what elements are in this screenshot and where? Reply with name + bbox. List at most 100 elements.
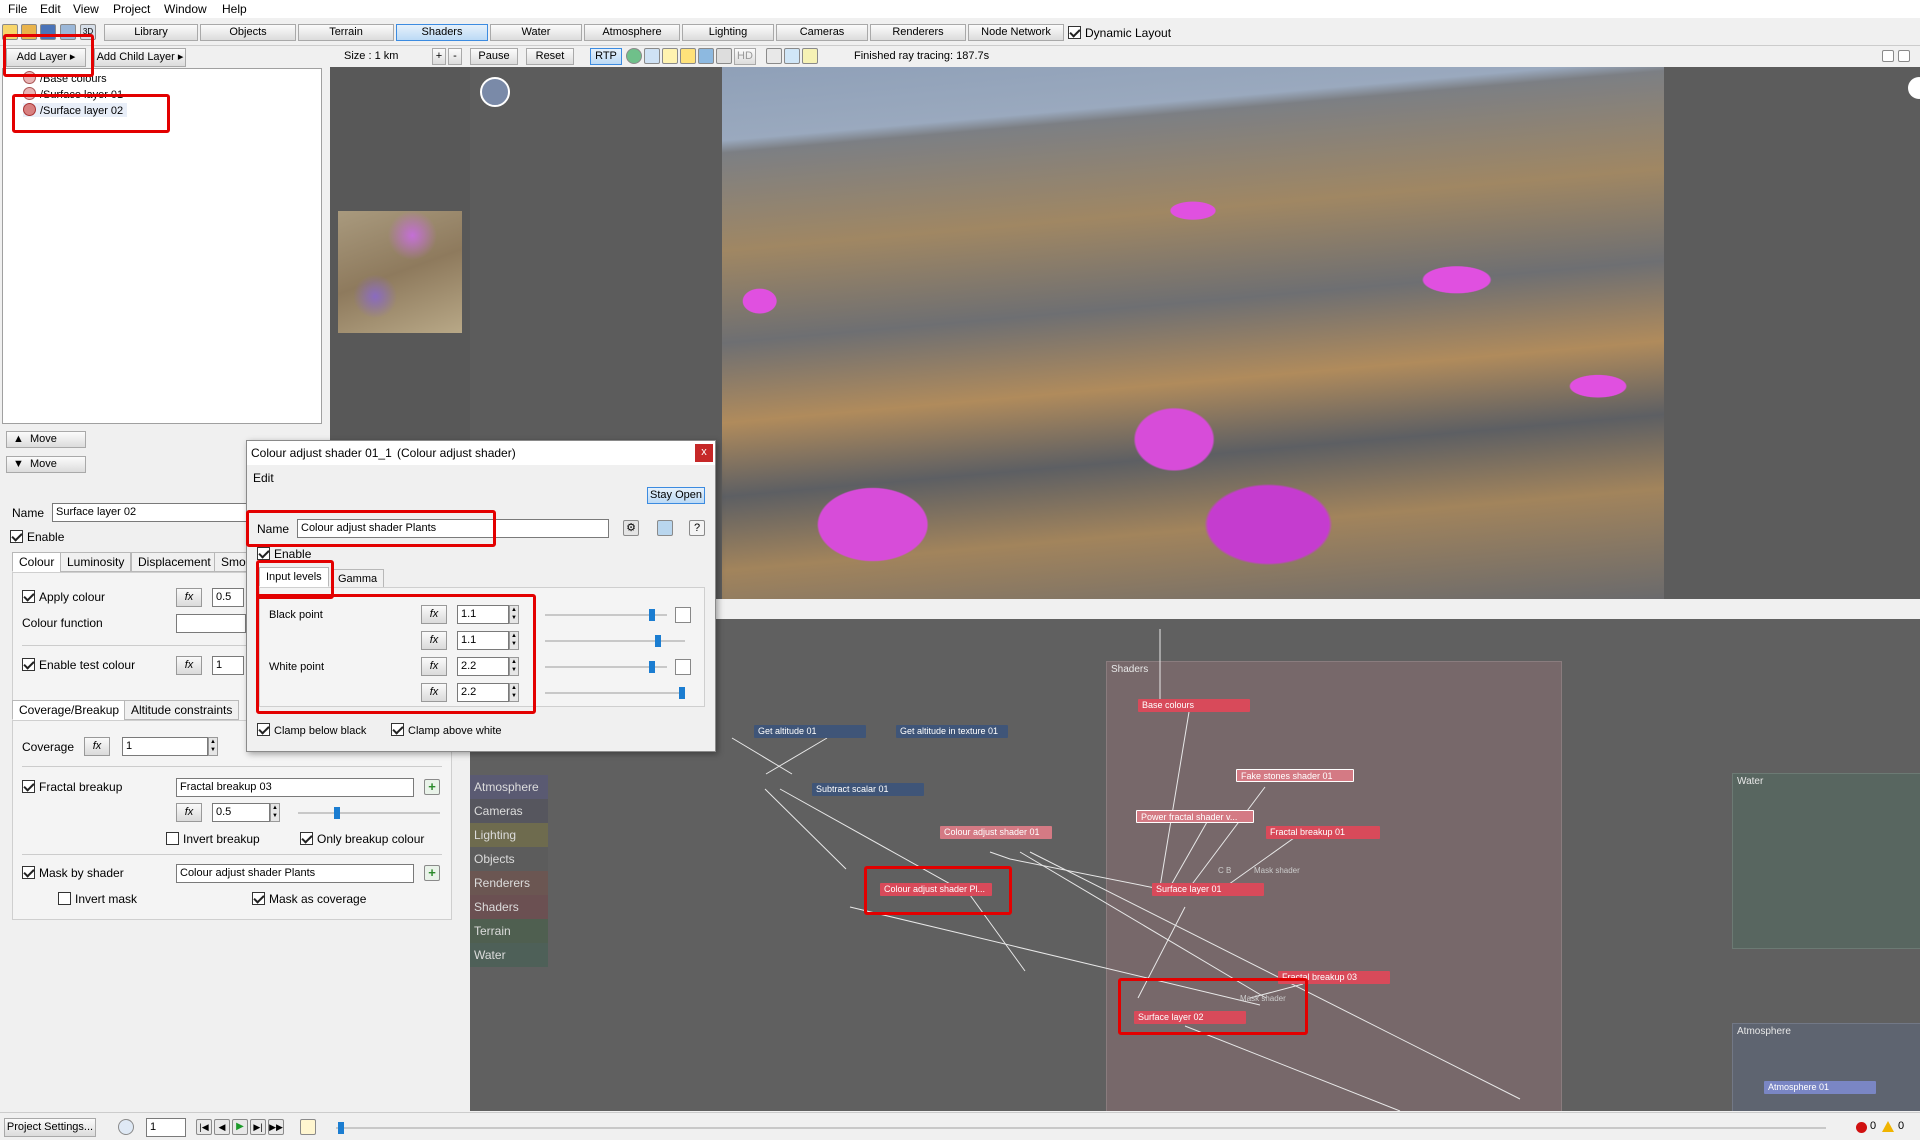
sphere-icon[interactable] (626, 48, 642, 64)
category-lighting[interactable]: Lighting (470, 823, 548, 847)
black-colour-swatch[interactable] (675, 607, 691, 623)
slider-thumb[interactable] (649, 609, 655, 621)
node-surface-layer-02[interactable]: Surface layer 02 (1134, 1011, 1246, 1024)
tab-displacement[interactable]: Displacement (131, 552, 218, 572)
clamp-below-black-toggle[interactable]: Clamp below black (257, 723, 366, 737)
sun-icon[interactable] (662, 48, 678, 64)
mask-as-coverage-checkbox[interactable] (252, 892, 265, 905)
function-icon[interactable]: fx (421, 657, 447, 676)
white-point-spinner-2[interactable]: ▲ ▼ (509, 683, 519, 702)
function-icon[interactable]: fx (176, 656, 202, 675)
clock-icon[interactable] (118, 1119, 134, 1135)
maximize-window-icon[interactable] (1898, 50, 1910, 62)
invert-breakup-checkbox[interactable] (166, 832, 179, 845)
clamp-above-white-toggle[interactable]: Clamp above white (391, 723, 502, 737)
stay-open-button[interactable]: Stay Open (647, 487, 705, 504)
next-frame-icon[interactable]: ▶| (250, 1119, 266, 1135)
dialog-enable-toggle[interactable]: Enable (257, 547, 311, 561)
fractal-breakup-checkbox[interactable] (22, 780, 35, 793)
layer-name-input[interactable]: Surface layer 02 (52, 503, 252, 522)
node-power-fractal[interactable]: Power fractal shader v... (1136, 810, 1254, 823)
slider-thumb[interactable] (679, 687, 685, 699)
last-frame-icon[interactable]: ▶▶ (268, 1119, 284, 1135)
reset-button[interactable]: Reset (526, 48, 574, 65)
apply-colour-checkbox[interactable] (22, 590, 35, 603)
help-icon[interactable]: ? (689, 520, 705, 536)
tab-lighting[interactable]: Lighting (682, 24, 774, 41)
category-atmosphere[interactable]: Atmosphere (470, 775, 548, 799)
map-icon[interactable] (698, 48, 714, 64)
node-colour-adjust-01[interactable]: Colour adjust shader 01 (940, 826, 1052, 839)
black-point-input[interactable]: 1.1 (457, 605, 509, 624)
node-surface-layer-01[interactable]: Surface layer 01 (1152, 883, 1264, 896)
node-fake-stones[interactable]: Fake stones shader 01 (1236, 769, 1354, 782)
new-project-icon[interactable] (2, 24, 18, 40)
tab-luminosity[interactable]: Luminosity (60, 552, 132, 572)
node-subtract-scalar[interactable]: Subtract scalar 01 (812, 783, 924, 796)
clamp-above-white-checkbox[interactable] (391, 723, 404, 736)
coverage-input[interactable]: 1 (122, 737, 208, 756)
light-icon[interactable] (680, 48, 696, 64)
slider-thumb[interactable] (334, 807, 340, 819)
add-layer-button[interactable]: Add Layer ▸ (6, 48, 86, 67)
menu-edit[interactable]: Edit (40, 2, 61, 16)
category-water[interactable]: Water (470, 943, 548, 967)
open-project-icon[interactable] (21, 24, 37, 40)
node-fractal-breakup-01[interactable]: Fractal breakup 01 (1266, 826, 1380, 839)
prev-frame-icon[interactable]: ◀ (214, 1119, 230, 1135)
restore-window-icon[interactable] (1882, 50, 1894, 62)
slider-thumb[interactable] (338, 1122, 344, 1134)
first-frame-icon[interactable]: |◀ (196, 1119, 212, 1135)
tab-coverage-breakup[interactable]: Coverage/Breakup (12, 700, 127, 720)
tab-node-network[interactable]: Node Network (968, 24, 1064, 41)
pause-button[interactable]: Pause (470, 48, 518, 65)
layer-item-selected[interactable]: /Surface layer 02 (23, 103, 128, 117)
only-breakup-colour-checkbox[interactable] (300, 832, 313, 845)
tab-water[interactable]: Water (490, 24, 582, 41)
category-objects[interactable]: Objects (470, 847, 548, 871)
function-icon[interactable]: fx (176, 588, 202, 607)
invert-mask-checkbox[interactable] (58, 892, 71, 905)
invert-breakup-toggle[interactable]: Invert breakup (166, 832, 260, 846)
zoom-out-button[interactable]: - (448, 48, 462, 65)
layer-item[interactable]: /Surface layer 01 (23, 87, 123, 101)
apply-colour-toggle[interactable]: Apply colour (22, 590, 105, 604)
dynamic-layout-checkbox[interactable] (1068, 26, 1081, 39)
category-shaders[interactable]: Shaders (470, 895, 548, 919)
enable-toggle[interactable]: Enable (10, 530, 64, 544)
tab-colour[interactable]: Colour (12, 552, 62, 572)
white-point-slider[interactable] (545, 661, 667, 673)
tree-icon[interactable] (784, 48, 800, 64)
menu-project[interactable]: Project (113, 2, 150, 16)
mask-as-coverage-toggle[interactable]: Mask as coverage (252, 892, 366, 906)
tab-gamma[interactable]: Gamma (331, 569, 385, 589)
menu-file[interactable]: File (8, 2, 27, 16)
add-shader-icon[interactable]: + (424, 865, 440, 881)
function-icon[interactable]: fx (421, 683, 447, 702)
fractal-breakup-input[interactable]: Fractal breakup 03 (176, 778, 414, 797)
zoom-in-button[interactable]: + (432, 48, 446, 65)
black-point-slider-2[interactable] (545, 635, 685, 647)
function-icon[interactable]: fx (84, 737, 110, 756)
gear-small-icon[interactable] (716, 48, 732, 64)
node-fractal-breakup-03[interactable]: Fractal breakup 03 (1278, 971, 1390, 984)
save-project-icon[interactable] (40, 24, 56, 40)
white-point-input-2[interactable]: 2.2 (457, 683, 509, 702)
tab-renderers[interactable]: Renderers (870, 24, 966, 41)
mask-by-shader-toggle[interactable]: Mask by shader (22, 866, 124, 880)
colour-function-input[interactable] (176, 614, 246, 633)
test-colour-input[interactable]: 1 (212, 656, 244, 675)
clamp-below-black-checkbox[interactable] (257, 723, 270, 736)
breakup-spinner[interactable]: ▲ ▼ (270, 803, 280, 822)
menu-window[interactable]: Window (164, 2, 207, 16)
play-icon[interactable]: ▶ (232, 1119, 248, 1135)
gear-icon[interactable]: ⚙ (623, 520, 639, 536)
node-base-colours[interactable]: Base colours (1138, 699, 1250, 712)
dialog-enable-checkbox[interactable] (257, 547, 270, 560)
add-shader-icon[interactable]: + (424, 779, 440, 795)
node-get-altitude[interactable]: Get altitude 01 (754, 725, 866, 738)
black-point-input-2[interactable]: 1.1 (457, 631, 509, 650)
brush-icon[interactable] (766, 48, 782, 64)
menu-view[interactable]: View (73, 2, 99, 16)
breakup-slider[interactable] (298, 807, 440, 819)
